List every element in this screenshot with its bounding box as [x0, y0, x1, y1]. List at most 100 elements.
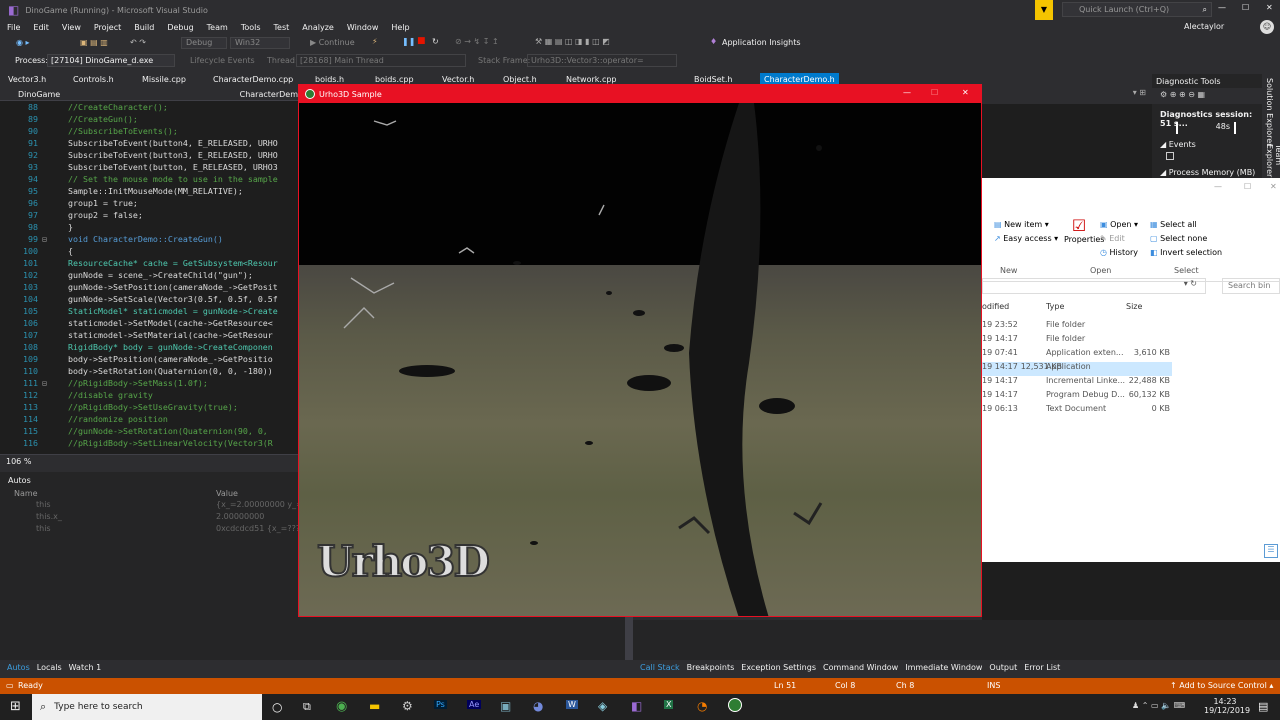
menu-item-debug[interactable]: Debug — [167, 23, 193, 32]
game-minimize-button[interactable]: — — [903, 88, 911, 97]
avatar[interactable]: ☺ — [1260, 20, 1274, 34]
explorer-close-button[interactable]: ✕ — [1270, 182, 1277, 191]
bottom-tab-call-stack[interactable]: Call Stack — [640, 663, 680, 672]
start-icon[interactable]: ⊞ — [10, 699, 21, 714]
insights-icon[interactable]: ♦ — [710, 37, 717, 46]
bottom-tab-error-list[interactable]: Error List — [1024, 663, 1060, 672]
tab-object-h[interactable]: Object.h — [503, 75, 537, 84]
chrome-icon[interactable]: ◉ — [336, 699, 347, 714]
address-bar[interactable]: ▾ ↻ — [982, 278, 1206, 294]
hot-reload-icon[interactable]: ⚡ — [372, 37, 378, 46]
taskbar-search-input[interactable]: ⌕ Type here to search — [32, 694, 262, 720]
excel-icon[interactable]: X — [664, 700, 674, 709]
restart-icon[interactable]: ↻ — [432, 37, 439, 46]
blender-icon[interactable]: ◔ — [697, 699, 707, 713]
easy-access-button[interactable]: ↗ Easy access ▾ — [994, 234, 1058, 243]
tab-characterdemo-cpp[interactable]: CharacterDemo.cpp — [213, 75, 293, 84]
menu-item-project[interactable]: Project — [94, 23, 121, 32]
filter-icon[interactable]: ▼ — [1035, 0, 1053, 20]
platform-select[interactable]: Win32 — [230, 37, 290, 49]
insights-label[interactable]: Application Insights — [722, 38, 801, 47]
editor-scope-select[interactable]: CharacterDem — [240, 90, 298, 99]
pause-icon[interactable]: ❚❚ — [402, 37, 415, 46]
stop-icon[interactable]: ■ — [417, 36, 426, 46]
bottom-tab-immediate-window[interactable]: Immediate Window — [905, 663, 982, 672]
file-row[interactable]: 19 23:52 File folder — [982, 320, 1280, 334]
diag-toolbar-icons[interactable]: ⚙ ⊕ ⊕ ⊖ ▦ — [1152, 88, 1262, 104]
step-icons[interactable]: ⊘ → ↯ ↧ ↥ — [455, 37, 499, 46]
tray-icons[interactable]: ♟ ⌃ ▭ 🔈 ⌨ — [1132, 701, 1185, 710]
col-type[interactable]: Type — [1046, 302, 1064, 311]
notifications-icon[interactable]: ▤ — [1258, 700, 1268, 713]
maximize-button[interactable]: ☐ — [1242, 3, 1249, 12]
col-date-modified[interactable]: odified — [982, 302, 1009, 311]
diag-timeline[interactable]: 48s — [1176, 122, 1236, 134]
file-explorer-icon[interactable]: ▬ — [369, 699, 380, 713]
invert-selection-button[interactable]: ◧ Invert selection — [1150, 248, 1222, 257]
notepad-icon[interactable]: ◈ — [598, 699, 607, 713]
menu-item-edit[interactable]: Edit — [33, 23, 49, 32]
file-row[interactable]: 19 14:17 Application 12,531 KB — [982, 362, 1172, 376]
bottom-tab-exception-settings[interactable]: Exception Settings — [741, 663, 816, 672]
menu-item-build[interactable]: Build — [134, 23, 154, 32]
close-button[interactable]: ✕ — [1266, 3, 1273, 12]
bottom-tab-breakpoints[interactable]: Breakpoints — [687, 663, 735, 672]
undo-icon[interactable]: ↶ ↷ — [130, 38, 146, 47]
explorer-minimize-button[interactable]: — — [1214, 182, 1222, 191]
steam-icon[interactable]: ⚙ — [402, 699, 413, 713]
file-row[interactable]: 19 06:13 Text Document 0 KB — [982, 404, 1280, 418]
visual-studio-icon[interactable]: ◧ — [631, 699, 642, 713]
diag-memory-label[interactable]: ◢ Process Memory (MB) — [1160, 168, 1255, 177]
stack-frame-select[interactable]: Urho3D::Vector3::operator= — [527, 54, 677, 67]
editor-scroll-controls[interactable]: ▾ ⊞ — [988, 88, 1150, 104]
user-name[interactable]: Alectaylor — [1184, 22, 1224, 31]
menu-item-test[interactable]: Test — [274, 23, 290, 32]
game-maximize-button[interactable]: ☐ — [931, 88, 938, 97]
bottom-tab-command-window[interactable]: Command Window — [823, 663, 898, 672]
details-view-icon[interactable]: ☰ — [1264, 544, 1278, 558]
editor-project-select[interactable]: DinoGame — [18, 90, 222, 99]
tab-missile-cpp[interactable]: Missile.cpp — [142, 75, 186, 84]
menu-item-tools[interactable]: Tools — [241, 23, 261, 32]
thread-select[interactable]: [28168] Main Thread — [296, 54, 466, 67]
open-file-icon[interactable]: ▣ ▤ ▥ — [80, 38, 108, 47]
task-view-icon[interactable]: ⧉ — [303, 700, 311, 714]
urho3d-game-window[interactable]: Urho3D Sample — ☐ ✕ Urho3D — [298, 84, 982, 617]
process-select[interactable]: [27104] DinoGame_d.exe — [47, 54, 175, 67]
menu-item-file[interactable]: File — [7, 23, 20, 32]
properties-button[interactable]: ☑ Properties — [1064, 216, 1104, 244]
select-all-button[interactable]: ▦ Select all — [1150, 220, 1197, 229]
bottom-tab-locals[interactable]: Locals — [37, 663, 62, 672]
tab-boids-h[interactable]: boids.h — [315, 75, 344, 84]
solution-explorer-tab[interactable]: Solution Explorer — [1265, 78, 1274, 146]
lifecycle-label[interactable]: Lifecycle Events — [190, 56, 255, 65]
explorer-search-input[interactable]: Search bin — [1222, 278, 1280, 294]
history-button[interactable]: ◷ History — [1100, 248, 1138, 257]
debug-tools-icons[interactable]: ⚒ ▦ ▤ ◫ ◨ ▮ ◫ ◩ — [535, 37, 610, 46]
quick-launch-input[interactable]: Quick Launch (Ctrl+Q) ⌕ — [1062, 2, 1212, 17]
game-close-button[interactable]: ✕ — [962, 88, 969, 97]
file-row[interactable]: 19 14:17 Program Debug D... 60,132 KB — [982, 390, 1280, 404]
app-icon[interactable]: ▣ — [500, 699, 511, 713]
after-effects-icon[interactable]: Ae — [467, 700, 482, 709]
menu-item-window[interactable]: Window — [347, 23, 379, 32]
menu-item-analyze[interactable]: Analyze — [302, 23, 334, 32]
tab-vector-h[interactable]: Vector.h — [442, 75, 474, 84]
new-item-button[interactable]: ▤ New item ▾ — [994, 220, 1049, 229]
file-row[interactable]: 19 14:17 File folder — [982, 334, 1280, 348]
diag-events-label[interactable]: ◢ Events — [1160, 140, 1196, 149]
add-source-control-button[interactable]: ↑ Add to Source Control ▴ — [1170, 681, 1273, 690]
file-row[interactable]: 19 14:17 Incremental Linke... 22,488 KB — [982, 376, 1280, 390]
bottom-tab-output[interactable]: Output — [989, 663, 1017, 672]
col-size[interactable]: Size — [1126, 302, 1142, 311]
word-icon[interactable]: W — [566, 700, 578, 709]
tab-vector3-h[interactable]: Vector3.h — [8, 75, 46, 84]
discord-icon[interactable]: ◕ — [533, 699, 543, 713]
select-none-button[interactable]: ▢ Select none — [1150, 234, 1207, 243]
photoshop-icon[interactable]: Ps — [434, 700, 447, 709]
zoom-level[interactable]: 106 % — [6, 457, 31, 466]
file-row[interactable]: 19 07:41 Application exten... 3,610 KB — [982, 348, 1280, 362]
back-icon[interactable]: ◉ ▸ — [16, 38, 30, 47]
edit-button[interactable]: ✎ Edit — [1100, 234, 1125, 243]
explorer-maximize-button[interactable]: ☐ — [1244, 182, 1251, 191]
